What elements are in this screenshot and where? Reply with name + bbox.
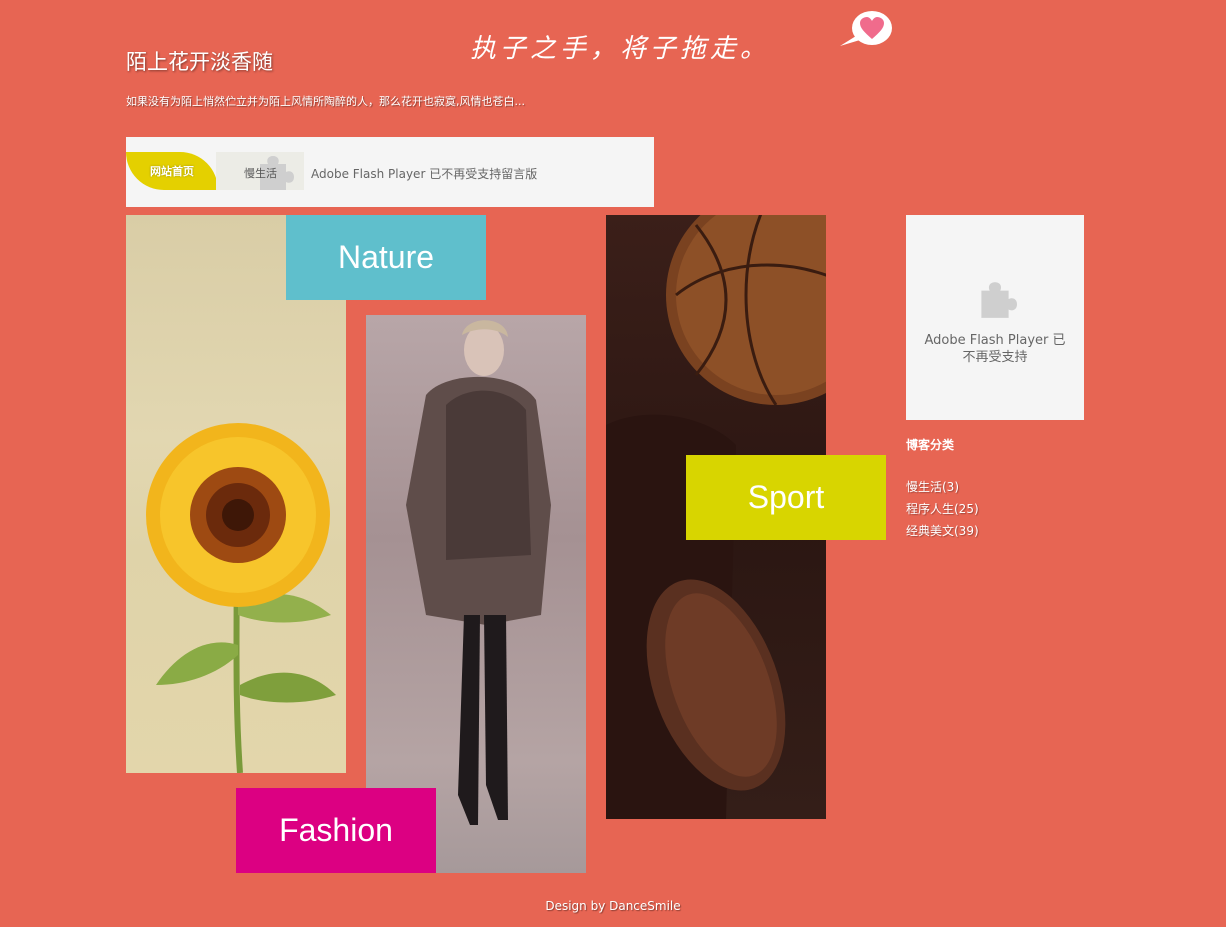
nav-link-life[interactable]: 慢生活 — [244, 165, 277, 181]
nav-flash-notice: Adobe Flash Player 已不再受支持留言版 — [311, 167, 538, 181]
fashion-label[interactable]: Fashion — [236, 788, 436, 873]
category-item[interactable]: 程序人生(25) — [906, 498, 979, 520]
flash-player-panel: Adobe Flash Player 已不再受支持 — [906, 215, 1084, 420]
category-item[interactable]: 慢生活(3) — [906, 476, 979, 498]
category-link-classics[interactable]: 经典美文(39) — [906, 524, 979, 538]
categories-title: 博客分类 — [906, 438, 955, 452]
flash-panel-text: Adobe Flash Player 已不再受支持 — [924, 332, 1066, 365]
nature-label[interactable]: Nature — [286, 215, 486, 300]
sport-label[interactable]: Sport — [686, 455, 886, 540]
nav-home-link[interactable]: 网站首页 — [126, 152, 218, 190]
slogan: 执子之手，将子拖走。 — [470, 34, 771, 64]
main-nav: 网站首页 慢生活 Adobe Flash Player 已不再受支持留言版 — [126, 137, 654, 207]
footer-credit: Design by DanceSmile — [545, 899, 681, 913]
site-title[interactable]: 陌上花开淡香随 — [126, 46, 273, 76]
heart-speech-bubble-icon — [838, 8, 894, 52]
category-item[interactable]: 经典美文(39) — [906, 520, 979, 542]
site-description: 如果没有为陌上悄然伫立并为陌上风情所陶醉的人，那么花开也寂寞,风情也苍白... — [126, 95, 525, 108]
category-list: 慢生活(3) 程序人生(25) 经典美文(39) — [906, 476, 979, 542]
category-link-programming[interactable]: 程序人生(25) — [906, 502, 979, 516]
category-link-life[interactable]: 慢生活(3) — [906, 480, 959, 494]
puzzle-piece-icon — [981, 281, 1017, 318]
